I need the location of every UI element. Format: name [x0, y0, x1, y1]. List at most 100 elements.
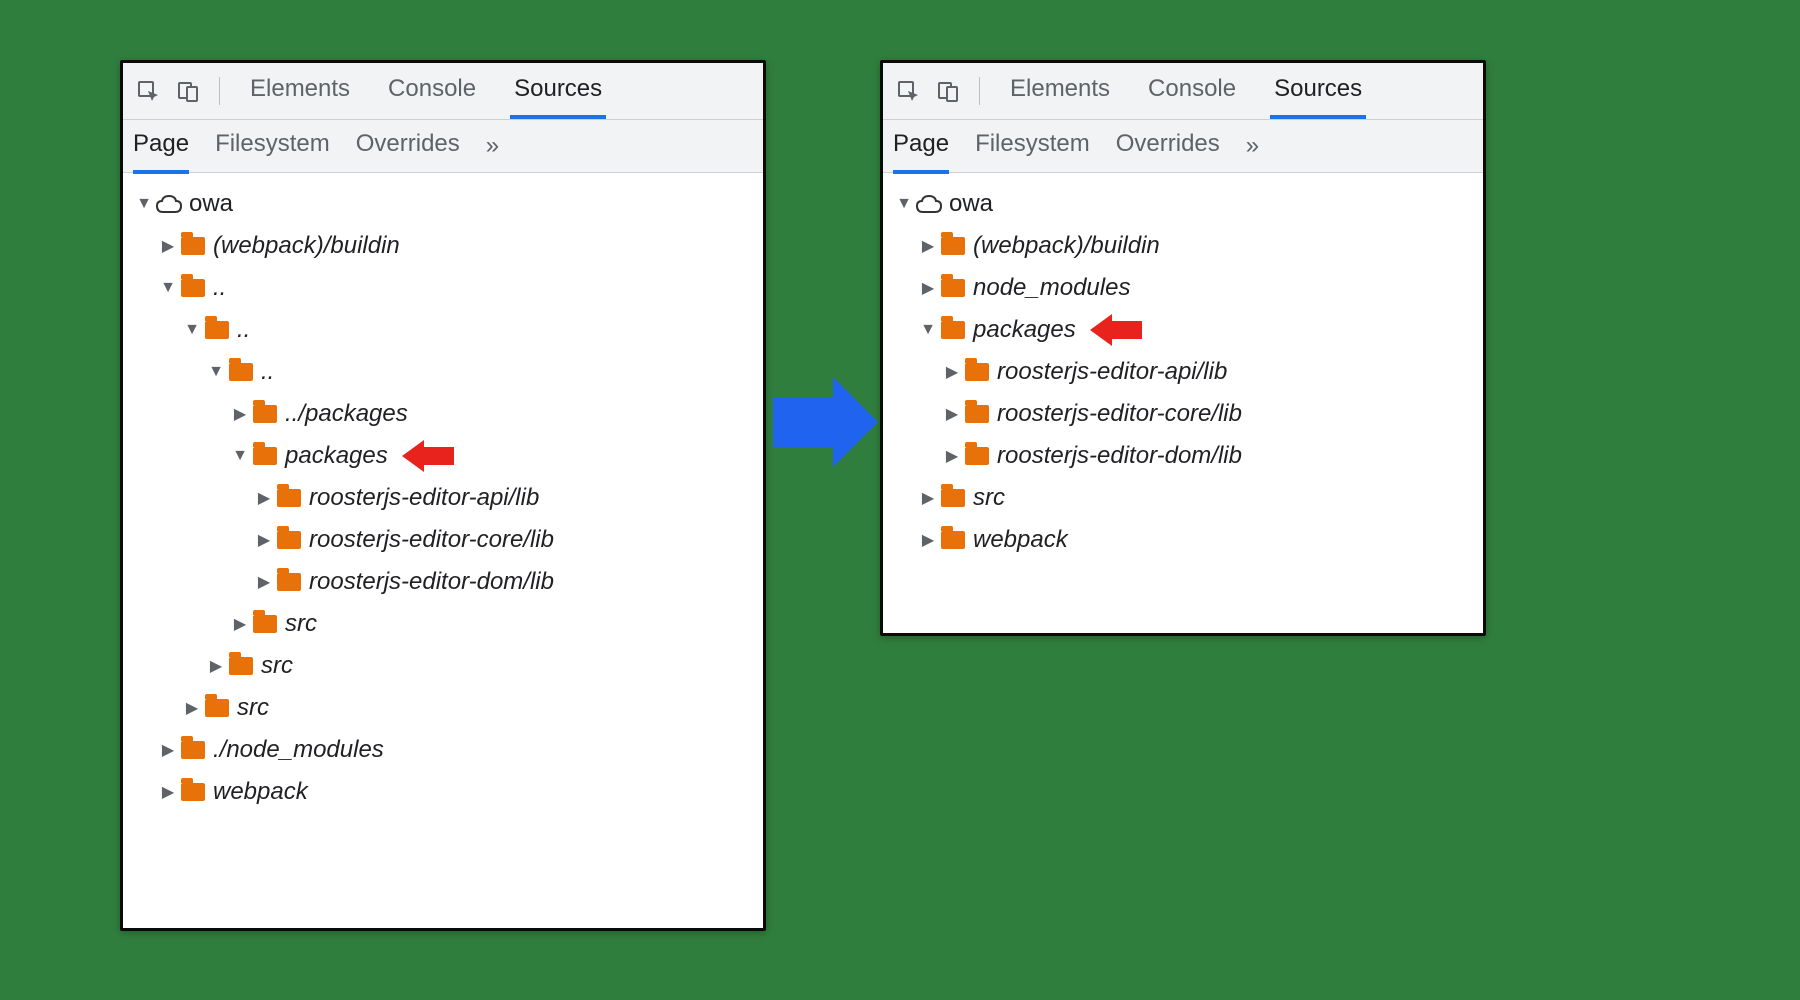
tab-elements[interactable]: Elements — [246, 63, 354, 119]
tree-row[interactable]: ▶src — [129, 645, 757, 687]
folder-icon — [939, 279, 967, 297]
tree-row[interactable]: ▼.. — [129, 309, 757, 351]
tree-row[interactable]: ▼owa — [889, 183, 1477, 225]
chevron-right-icon[interactable]: ▶ — [919, 530, 937, 550]
chevron-right-icon[interactable]: ▶ — [183, 698, 201, 718]
chevron-right-icon[interactable]: ▶ — [255, 488, 273, 508]
tree-row[interactable]: ▶webpack — [129, 771, 757, 813]
tree-item-label: packages — [973, 316, 1076, 344]
folder-icon — [963, 363, 991, 381]
chevron-right-icon[interactable]: ▶ — [919, 488, 937, 508]
tree-item-label: ./node_modules — [213, 736, 384, 764]
more-label: » — [486, 132, 493, 159]
tree-row[interactable]: ▶roosterjs-editor-dom/lib — [129, 561, 757, 603]
chevron-right-icon[interactable]: ▶ — [159, 236, 177, 256]
chevron-down-icon[interactable]: ▼ — [207, 363, 225, 381]
tree-row[interactable]: ▼.. — [129, 351, 757, 393]
subtab-page[interactable]: Page — [893, 118, 949, 174]
tree-row[interactable]: ▶ ./node_modules — [129, 729, 757, 771]
chevron-right-icon[interactable]: ▶ — [255, 572, 273, 592]
more-label: » — [1246, 132, 1253, 159]
chevron-right-icon[interactable]: ▶ — [943, 362, 961, 382]
main-tabs: Elements Console Sources — [236, 63, 753, 119]
chevron-down-icon[interactable]: ▼ — [159, 279, 177, 297]
chevron-right-icon[interactable]: ▶ — [919, 236, 937, 256]
tree-row[interactable]: ▼.. — [129, 267, 757, 309]
tree-row[interactable]: ▶../packages — [129, 393, 757, 435]
device-toggle-icon[interactable] — [173, 76, 203, 106]
tree-row[interactable]: ▼ packages — [889, 309, 1477, 351]
chevron-down-icon[interactable]: ▼ — [135, 195, 153, 213]
subtab-label: Page — [133, 130, 189, 158]
tree-row[interactable]: ▶roosterjs-editor-api/lib — [129, 477, 757, 519]
tab-console[interactable]: Console — [384, 63, 480, 119]
tree-item-label: src — [237, 694, 269, 722]
subtab-label: Filesystem — [215, 130, 330, 158]
toolbar-separator — [979, 77, 980, 105]
tree-row[interactable]: ▶ src — [889, 477, 1477, 519]
chevron-down-icon[interactable]: ▼ — [183, 321, 201, 339]
subtab-filesystem[interactable]: Filesystem — [975, 118, 1090, 174]
folder-icon — [275, 489, 303, 507]
source-tree-after: ▼owa▶(webpack)/buildin▶node_modules▼pack… — [883, 173, 1483, 633]
chevron-right-icon[interactable]: ▶ — [255, 530, 273, 550]
tree-item-label: .. — [261, 358, 274, 386]
subtab-page[interactable]: Page — [133, 118, 189, 174]
tree-item-label: owa — [189, 190, 233, 218]
folder-icon — [227, 657, 255, 675]
chevron-down-icon[interactable]: ▼ — [231, 447, 249, 465]
chevron-down-icon[interactable]: ▼ — [919, 321, 937, 339]
more-tabs-icon[interactable]: » — [1246, 132, 1253, 160]
tree-row[interactable]: ▶roosterjs-editor-dom/lib — [889, 435, 1477, 477]
folder-icon — [179, 279, 207, 297]
chevron-right-icon[interactable]: ▶ — [919, 278, 937, 298]
tab-sources[interactable]: Sources — [510, 63, 606, 119]
tab-elements[interactable]: Elements — [1006, 63, 1114, 119]
subtab-overrides[interactable]: Overrides — [356, 118, 460, 174]
tab-label: Elements — [1010, 75, 1110, 103]
more-tabs-icon[interactable]: » — [486, 132, 493, 160]
tab-sources[interactable]: Sources — [1270, 63, 1366, 119]
tree-row[interactable]: ▶(webpack)/buildin — [129, 225, 757, 267]
tree-item-label: node_modules — [973, 274, 1130, 302]
toolbar: Elements Console Sources — [123, 63, 763, 120]
folder-icon — [203, 699, 231, 717]
sources-subtabs: Page Filesystem Overrides » — [123, 120, 763, 173]
tree-item-label: roosterjs-editor-core/lib — [997, 400, 1242, 428]
tab-label: Sources — [1274, 75, 1362, 103]
folder-icon — [939, 321, 967, 339]
tree-row[interactable]: ▶(webpack)/buildin — [889, 225, 1477, 267]
tree-row[interactable]: ▶roosterjs-editor-core/lib — [129, 519, 757, 561]
cloud-icon — [155, 194, 183, 214]
folder-icon — [939, 489, 967, 507]
tree-row[interactable]: ▼packages — [129, 435, 757, 477]
tree-row[interactable]: ▶ node_modules — [889, 267, 1477, 309]
chevron-right-icon[interactable]: ▶ — [943, 446, 961, 466]
folder-icon — [275, 573, 303, 591]
inspect-icon[interactable] — [133, 76, 163, 106]
tree-row[interactable]: ▼ owa — [129, 183, 757, 225]
tree-row[interactable]: ▶ roosterjs-editor-core/lib — [889, 393, 1477, 435]
tree-row[interactable]: ▶ src — [129, 603, 757, 645]
subtab-overrides[interactable]: Overrides — [1116, 118, 1220, 174]
chevron-right-icon[interactable]: ▶ — [159, 740, 177, 760]
device-toggle-icon[interactable] — [933, 76, 963, 106]
chevron-right-icon[interactable]: ▶ — [159, 782, 177, 802]
chevron-right-icon[interactable]: ▶ — [207, 656, 225, 676]
sources-subtabs: Page Filesystem Overrides » — [883, 120, 1483, 173]
chevron-right-icon[interactable]: ▶ — [231, 404, 249, 424]
tree-item-label: src — [285, 610, 317, 638]
inspect-icon[interactable] — [893, 76, 923, 106]
tree-row[interactable]: ▶ src — [129, 687, 757, 729]
subtab-label: Filesystem — [975, 130, 1090, 158]
subtab-filesystem[interactable]: Filesystem — [215, 118, 330, 174]
tree-row[interactable]: ▶roosterjs-editor-api/lib — [889, 351, 1477, 393]
tree-row[interactable]: ▶webpack — [889, 519, 1477, 561]
chevron-right-icon[interactable]: ▶ — [943, 404, 961, 424]
chevron-down-icon[interactable]: ▼ — [895, 195, 913, 213]
highlight-arrow-icon — [402, 440, 454, 472]
highlight-arrow-icon — [1090, 314, 1142, 346]
tab-console[interactable]: Console — [1144, 63, 1240, 119]
chevron-right-icon[interactable]: ▶ — [231, 614, 249, 634]
tree-item-label: src — [973, 484, 1005, 512]
